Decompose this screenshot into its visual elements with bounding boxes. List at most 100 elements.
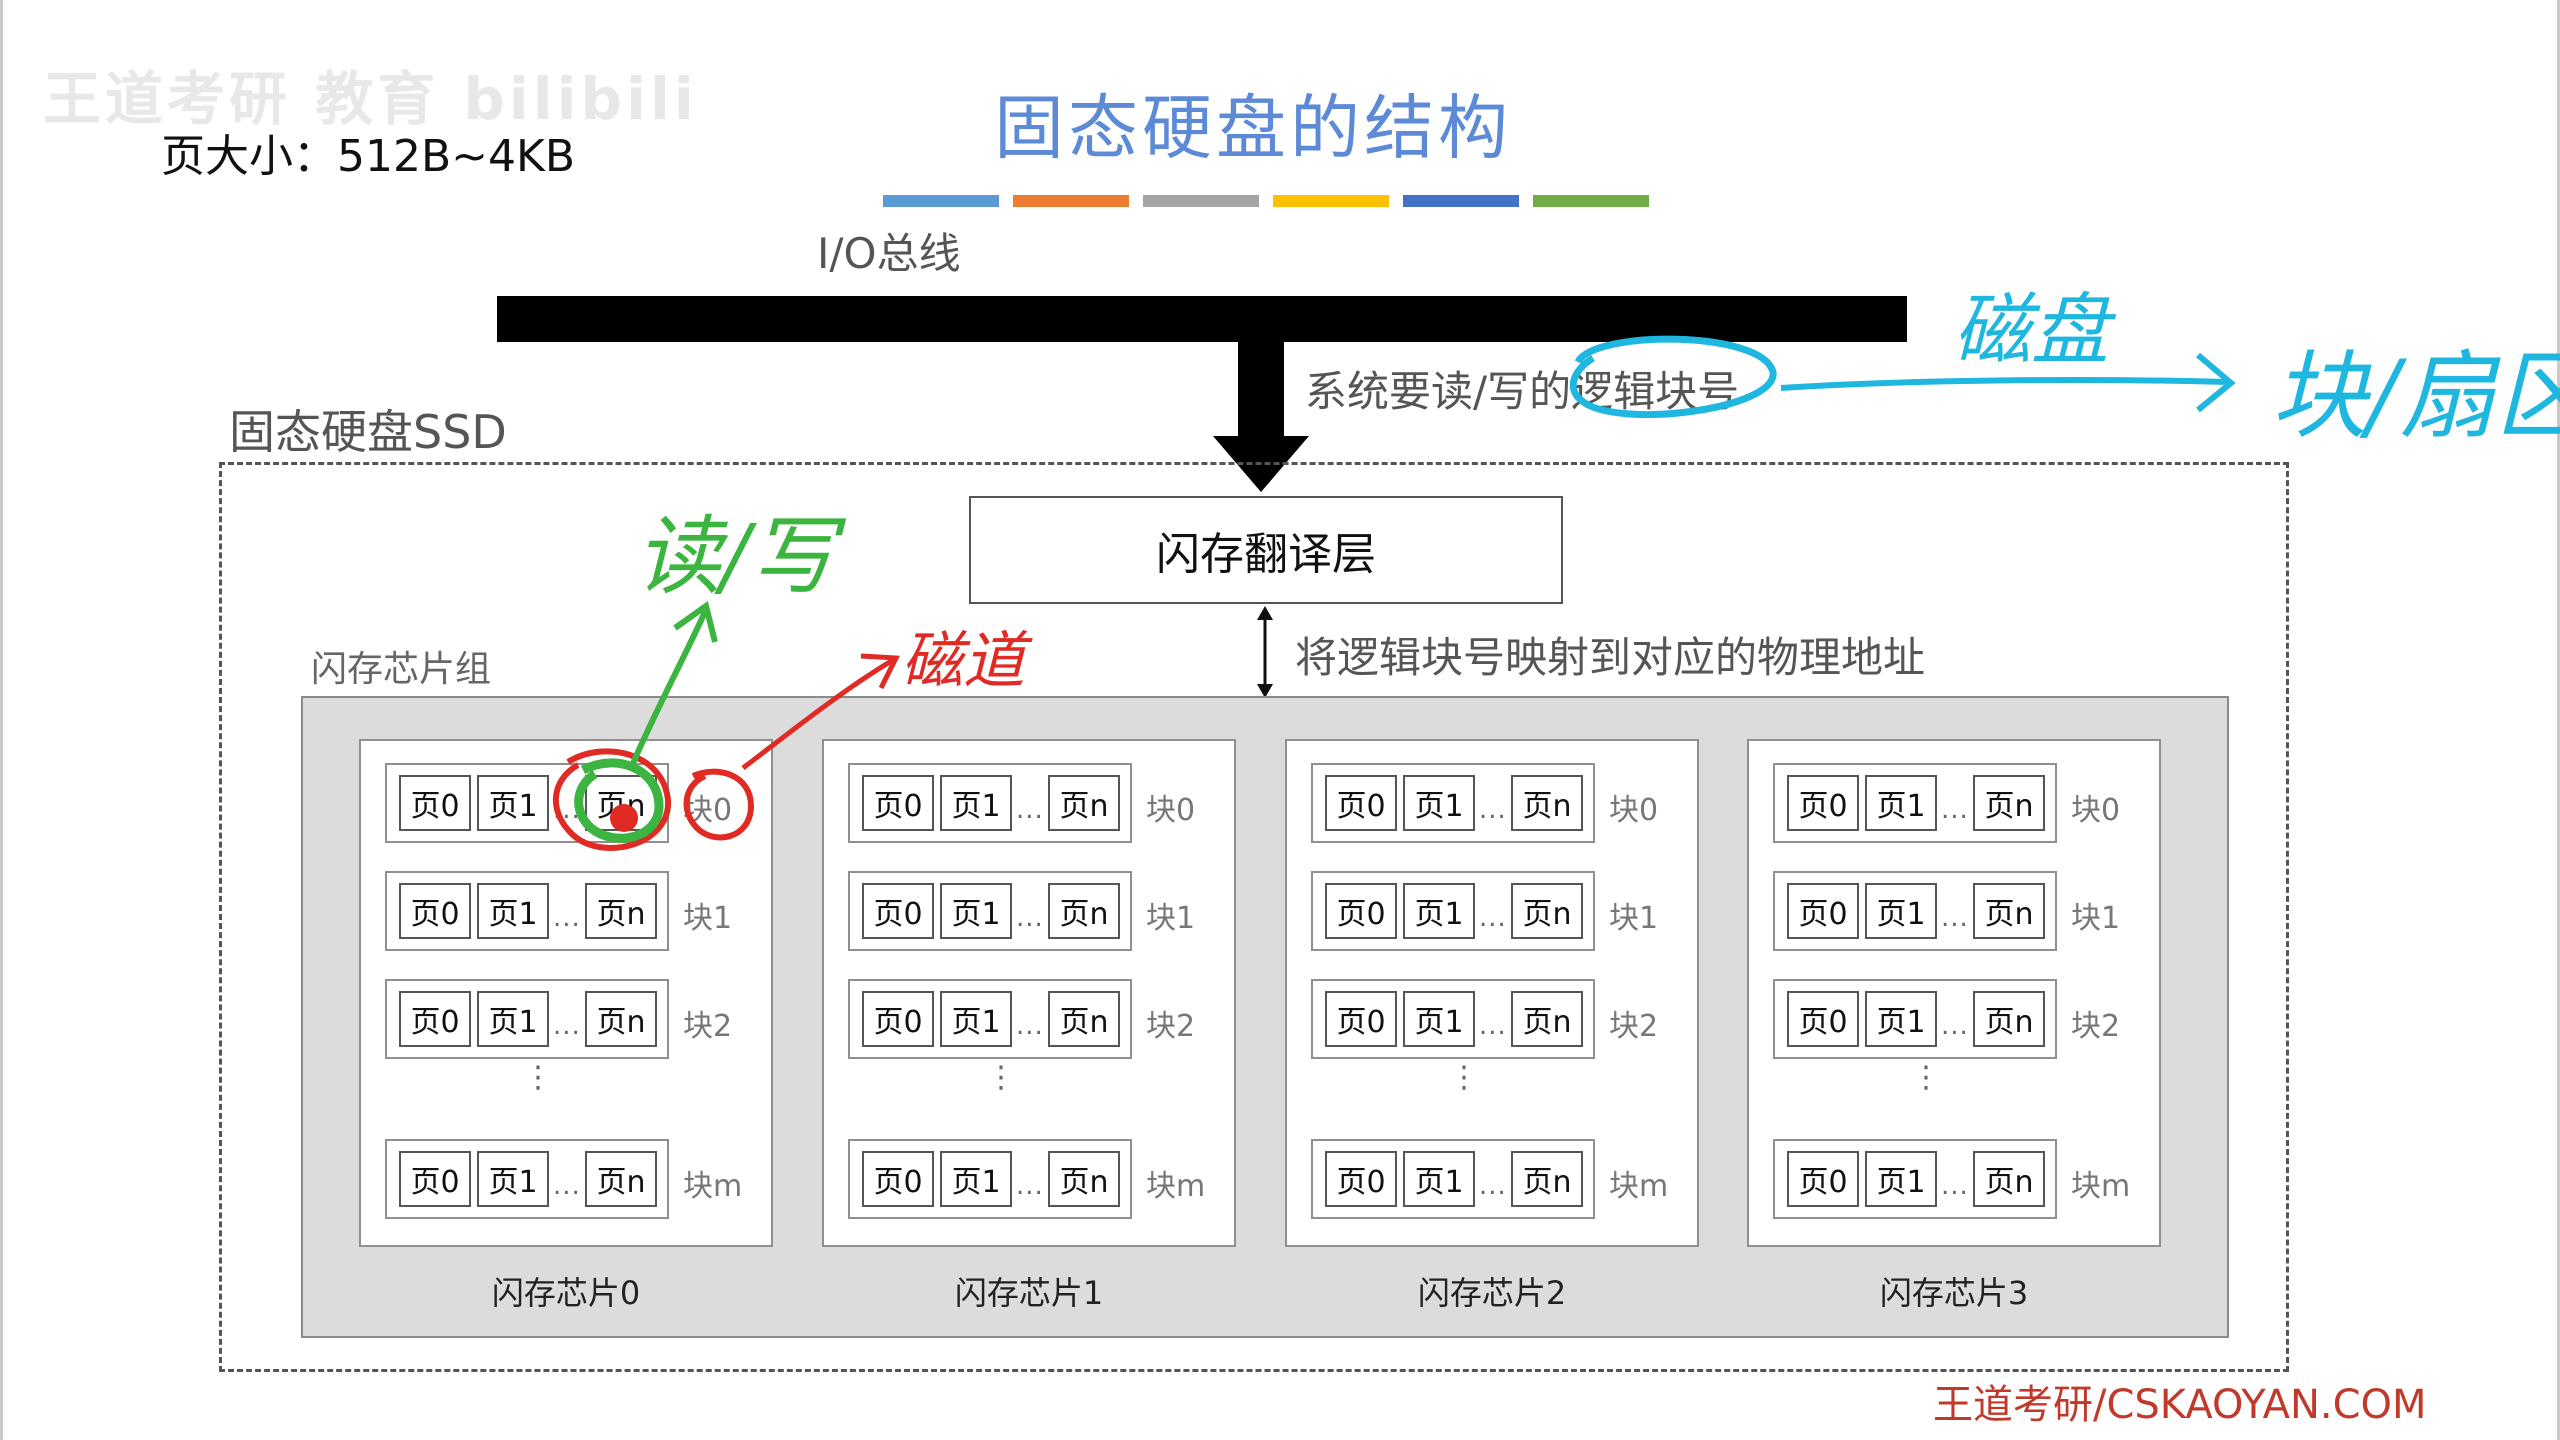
flash-chip: 页0 页1 页n... 块0 页0 页1 页n... 块1 页0 页1 页n... 块2 页0 页1 页n.…: [822, 739, 1236, 1247]
flash-page: 页0: [1325, 991, 1397, 1047]
flash-block: 页0 页1 页n...: [848, 1139, 1132, 1219]
flash-page: 页n: [1048, 775, 1120, 831]
flash-block: 页0 页1 页n...: [1311, 979, 1595, 1059]
block-label: 块1: [1146, 901, 1196, 936]
flash-block: 页0 页1 页n...: [1773, 763, 2057, 843]
block-label: 块m: [2071, 1169, 2131, 1204]
flash-page: 页1: [940, 775, 1012, 831]
flash-page: 页1: [1865, 775, 1937, 831]
flash-page: 页n: [1973, 991, 2045, 1047]
flash-page: 页n: [585, 1151, 657, 1207]
block-label: 块m: [683, 1169, 743, 1204]
flash-page: 页0: [1325, 1151, 1397, 1207]
flash-block: 页0 页1 页n...: [848, 763, 1132, 843]
flash-page: 页n: [1048, 991, 1120, 1047]
flash-block: 页0 页1 页n...: [1773, 979, 2057, 1059]
page-ellipsis: ...: [1479, 903, 1507, 933]
flash-chip-label: 闪存芯片3: [1879, 1274, 2029, 1312]
block-label: 块0: [2071, 793, 2121, 828]
logical-block-request-label: 系统要读/写的逻辑块号: [1305, 367, 1740, 416]
flash-page: 页1: [1865, 991, 1937, 1047]
io-bus-connector: [1238, 296, 1284, 438]
flash-chip: 页0 页1 页n... 块0 页0 页1 页n... 块1 页0 页1 页n... 块2 页0 页1 页n.…: [1285, 739, 1699, 1247]
block-label: 块1: [2071, 901, 2121, 936]
flash-chip-label: 闪存芯片2: [1417, 1274, 1567, 1312]
flash-chip-label: 闪存芯片0: [491, 1274, 641, 1312]
flash-page: 页1: [477, 1151, 549, 1207]
vertical-ellipsis: ⋮: [986, 1060, 1016, 1095]
flash-page: 页n: [1973, 1151, 2045, 1207]
slide-title: 固态硬盘的结构: [994, 87, 1512, 169]
flash-page: 页n: [1511, 1151, 1583, 1207]
flash-page: 页0: [1787, 775, 1859, 831]
page-ellipsis: ...: [1016, 903, 1044, 933]
color-bar: [1403, 195, 1519, 207]
page-ellipsis: ...: [1941, 1011, 1969, 1041]
color-bar: [883, 195, 999, 207]
color-bar: [1143, 195, 1259, 207]
flash-page: 页0: [399, 991, 471, 1047]
flash-page: 页0: [1787, 991, 1859, 1047]
flash-page: 页0: [862, 883, 934, 939]
flash-block: 页0 页1 页n...: [385, 871, 669, 951]
flash-chip: 页0 页1 页n... 块0 页0 页1 页n... 块1 页0 页1 页n... 块2 页0 页1 页n.…: [359, 739, 773, 1247]
block-label: 块1: [1609, 901, 1659, 936]
flash-page: 页1: [1403, 883, 1475, 939]
flash-block: 页0 页1 页n...: [1311, 1139, 1595, 1219]
flash-block: 页0 页1 页n...: [385, 979, 669, 1059]
flash-group-label: 闪存芯片组: [311, 649, 492, 690]
flash-page: 页0: [1787, 883, 1859, 939]
flash-chip: 页0 页1 页n... 块0 页0 页1 页n... 块1 页0 页1 页n... 块2 页0 页1 页n.…: [1747, 739, 2161, 1247]
flash-block: 页0 页1 页n...: [385, 763, 669, 843]
flash-page: 页0: [399, 883, 471, 939]
page-ellipsis: ...: [1479, 1171, 1507, 1201]
flash-page: 页n: [1048, 1151, 1120, 1207]
footer-brand: 王道考研/CSKAOYAN.COM: [1933, 1382, 2427, 1428]
flash-block: 页0 页1 页n...: [385, 1139, 669, 1219]
flash-page: 页0: [862, 991, 934, 1047]
annotation-read-write: 读/写: [635, 507, 836, 607]
page-ellipsis: ...: [1016, 1011, 1044, 1041]
block-label: 块2: [2071, 1009, 2121, 1044]
flash-page: 页n: [1511, 883, 1583, 939]
annotation-block-sector: 块/扇区: [2271, 340, 2560, 452]
flash-page: 页1: [477, 883, 549, 939]
flash-page: 页n: [1973, 775, 2045, 831]
vertical-ellipsis: ⋮: [1449, 1060, 1479, 1095]
block-label: 块2: [1609, 1009, 1659, 1044]
flash-page: 页n: [1511, 775, 1583, 831]
flash-page: 页0: [1325, 775, 1397, 831]
flash-page: 页1: [477, 991, 549, 1047]
flash-page: 页n: [585, 991, 657, 1047]
flash-page: 页0: [862, 775, 934, 831]
page-ellipsis: ...: [1479, 1011, 1507, 1041]
flash-page: 页0: [1325, 883, 1397, 939]
flash-page: 页0: [1787, 1151, 1859, 1207]
slide: 王道考研 教育 bilibili 页大小：512B~4KB 固态硬盘的结构 I/…: [0, 0, 2560, 1440]
flash-page: 页1: [1403, 775, 1475, 831]
page-ellipsis: ...: [553, 903, 581, 933]
flash-page: 页0: [862, 1151, 934, 1207]
page-ellipsis: ...: [1016, 795, 1044, 825]
mapping-label: 将逻辑块号映射到对应的物理地址: [1295, 633, 1926, 682]
ssd-label: 固态硬盘SSD: [229, 405, 507, 459]
color-bar: [1533, 195, 1649, 207]
flash-page: 页1: [1865, 883, 1937, 939]
page-ellipsis: ...: [553, 1171, 581, 1201]
flash-block: 页0 页1 页n...: [1773, 1139, 2057, 1219]
mapping-arrow: [1257, 606, 1273, 698]
title-color-bars: [883, 195, 1649, 207]
io-bus: [497, 296, 1907, 342]
blue-arrow-line: [1780, 377, 2229, 391]
flash-page: 页n: [1973, 883, 2045, 939]
annotation-disk: 磁盘: [1953, 286, 2110, 376]
flash-chip-label: 闪存芯片1: [954, 1274, 1104, 1312]
annotation-track: 磁道: [901, 624, 1026, 697]
color-bar: [1273, 195, 1389, 207]
block-label: 块0: [1146, 793, 1196, 828]
block-label: 块1: [683, 901, 733, 936]
flash-page: 页1: [940, 1151, 1012, 1207]
block-label: 块m: [1609, 1169, 1669, 1204]
page-ellipsis: ...: [1941, 1171, 1969, 1201]
block-label: 块m: [1146, 1169, 1206, 1204]
